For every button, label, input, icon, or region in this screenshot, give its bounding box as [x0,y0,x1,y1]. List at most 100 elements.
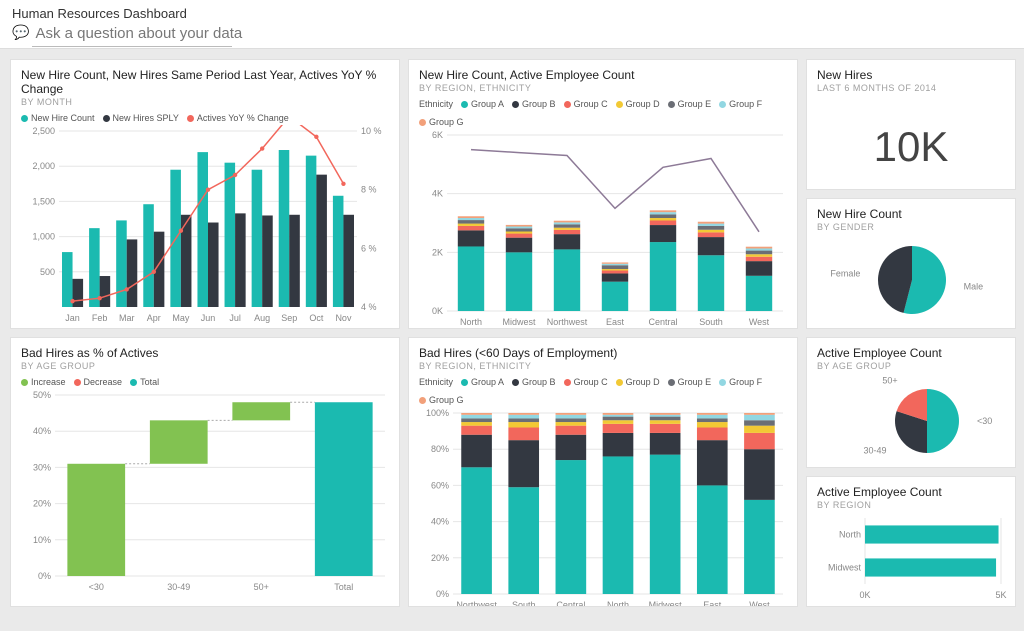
tile-active-by-age[interactable]: Active Employee Count BY AGE GROUP <3030… [806,337,1016,468]
tile-kpi-new-hires[interactable]: New Hires LAST 6 MONTHS OF 2014 10K [806,59,1016,190]
svg-text:30-49: 30-49 [167,582,190,592]
svg-text:Male: Male [964,282,984,292]
tile-new-hire-by-region[interactable]: New Hire Count, Active Employee Count BY… [408,59,798,329]
svg-text:Sep: Sep [281,313,297,323]
chart-canvas: 0K2K4K6KNorthMidwestNorthwestEastCentral… [419,129,789,329]
chart-canvas: <3030-4950+ [817,371,1007,461]
svg-text:Oct: Oct [309,313,324,323]
chart-canvas: Male Female [817,232,1007,322]
svg-text:10%: 10% [33,535,51,545]
tile-title: Active Employee Count [817,346,1005,360]
tile-bad-hires-region[interactable]: Bad Hires (<60 Days of Employment) BY RE… [408,337,798,607]
svg-text:4 %: 4 % [361,302,377,312]
svg-text:6K: 6K [432,130,443,140]
svg-text:50+: 50+ [254,582,269,592]
svg-text:2K: 2K [432,247,443,257]
svg-text:100%: 100% [426,408,449,418]
tile-legend: EthnicityGroup AGroup BGroup CGroup DGro… [419,377,787,405]
ask-question-underline [32,46,232,47]
svg-text:Central: Central [648,317,677,327]
svg-text:East: East [703,600,722,607]
svg-text:East: East [606,317,625,327]
svg-text:Central: Central [556,600,585,607]
ask-question-placeholder: Ask a question about your data [35,25,242,42]
tile-active-by-region[interactable]: Active Employee Count BY REGION 0K 5K Nort… [806,476,1016,607]
svg-text:Jun: Jun [201,313,216,323]
tile-bad-hires-pct[interactable]: Bad Hires as % of Actives BY AGE GROUP I… [10,337,400,607]
chart-canvas: 500 1,000 1,500 2,000 2,500 4 % 6 % 8 % 10 % Jan F… [21,125,391,325]
svg-text:0%: 0% [436,589,449,599]
tile-title: New Hire Count, Active Employee Count [419,68,787,82]
svg-text:Female: Female [830,268,860,278]
svg-text:20%: 20% [431,553,449,563]
svg-text:10 %: 10 % [361,126,382,136]
svg-text:8 %: 8 % [361,185,377,195]
svg-text:80%: 80% [431,444,449,454]
svg-text:40%: 40% [431,517,449,527]
svg-text:May: May [172,313,190,323]
svg-text:West: West [749,600,770,607]
tile-subtitle: BY AGE GROUP [817,361,1005,371]
tile-title: New Hires [817,68,1005,82]
tile-title: Active Employee Count [817,485,1005,499]
chat-icon: 💬 [12,24,29,41]
svg-text:2,000: 2,000 [32,161,55,171]
svg-text:Midwest: Midwest [828,563,862,573]
tile-subtitle: BY REGION, ETHNICITY [419,361,787,371]
chart-canvas: 0K 5K North Midwest [817,510,1007,600]
tile-new-hire-by-gender[interactable]: New Hire Count BY GENDER MaleFemale [806,198,1016,329]
kpi-value: 10K [817,123,1005,171]
svg-text:North: North [607,600,629,607]
svg-text:Jul: Jul [229,313,241,323]
ask-question-bar[interactable]: 💬 Ask a question about your data [0,25,1024,48]
tile-title: Bad Hires as % of Actives [21,346,389,360]
chart-canvas: 0%10%20%30%40%50%<3030-4950+Total [21,389,391,594]
tile-legend: EthnicityGroup AGroup BGroup CGroup DGro… [419,99,787,127]
svg-text:<30: <30 [89,582,104,592]
tile-title: New Hire Count, New Hires Same Period La… [21,68,389,96]
svg-text:0K: 0K [859,590,870,600]
dashboard-title: Human Resources Dashboard [0,0,1024,25]
tile-subtitle: BY REGION, ETHNICITY [419,83,787,93]
tile-legend: IncreaseDecreaseTotal [21,377,389,387]
svg-text:Nov: Nov [335,313,352,323]
svg-text:4K: 4K [432,189,443,199]
svg-text:South: South [512,600,536,607]
svg-text:60%: 60% [431,480,449,490]
tile-subtitle: BY GENDER [817,222,1005,232]
svg-text:Aug: Aug [254,313,270,323]
svg-text:1,000: 1,000 [32,232,55,242]
tile-legend: New Hire CountNew Hires SPLYActives YoY … [21,113,389,123]
svg-text:Apr: Apr [147,313,161,323]
svg-text:1,500: 1,500 [32,196,55,206]
svg-text:50+: 50+ [882,376,897,386]
svg-text:Total: Total [334,582,353,592]
chart-canvas: 0% 20% 40% 60% 80% 100% Northwest South Central N… [419,407,789,607]
svg-text:<30: <30 [977,416,992,426]
svg-text:5K: 5K [995,590,1006,600]
svg-text:North: North [839,530,861,540]
svg-text:West: West [749,317,770,327]
dashboard-header: Human Resources Dashboard 💬 Ask a questi… [0,0,1024,49]
svg-text:Midwest: Midwest [502,317,536,327]
tile-subtitle: BY MONTH [21,97,389,107]
tile-new-hire-by-month[interactable]: New Hire Count, New Hires Same Period La… [10,59,400,329]
tile-title: Bad Hires (<60 Days of Employment) [419,346,787,360]
svg-text:South: South [699,317,723,327]
svg-text:Northwest: Northwest [456,600,497,607]
svg-text:50%: 50% [33,390,51,400]
svg-text:500: 500 [40,267,55,277]
dashboard-grid: New Hire Count, New Hires Same Period La… [0,49,1024,617]
svg-text:6 %: 6 % [361,243,377,253]
svg-text:0%: 0% [38,571,51,581]
svg-text:Midwest: Midwest [649,600,683,607]
svg-text:Feb: Feb [92,313,108,323]
svg-text:0K: 0K [432,306,443,316]
tile-subtitle: BY AGE GROUP [21,361,389,371]
tile-subtitle: BY REGION [817,500,1005,510]
svg-text:Jan: Jan [65,313,80,323]
svg-text:Mar: Mar [119,313,135,323]
svg-text:30%: 30% [33,462,51,472]
svg-text:2,500: 2,500 [32,126,55,136]
svg-text:North: North [460,317,482,327]
